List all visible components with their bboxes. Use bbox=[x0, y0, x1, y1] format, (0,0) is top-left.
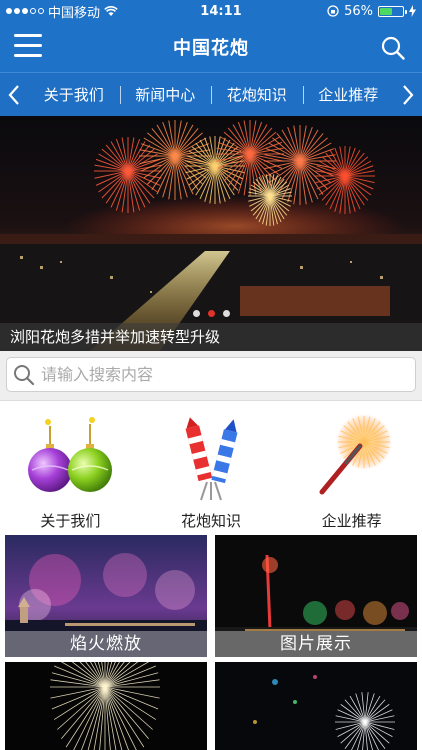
firecracker-rockets-icon bbox=[185, 417, 238, 501]
status-right: 56% bbox=[266, 4, 416, 19]
hamburger-line bbox=[14, 34, 42, 37]
tile-photo-gallery[interactable]: 图片展示 bbox=[215, 535, 417, 657]
search-box bbox=[6, 357, 416, 392]
banner-carousel[interactable]: 浏阳花炮多措并举加速转型升级 bbox=[0, 116, 422, 351]
charging-bolt-icon bbox=[409, 5, 416, 17]
wifi-icon bbox=[104, 5, 118, 16]
ornament-balls-icon bbox=[28, 417, 113, 492]
menu-button[interactable] bbox=[14, 34, 42, 60]
status-bar: 中国移动 14:11 56% bbox=[0, 0, 422, 22]
quick-link-about[interactable]: 关于我们 bbox=[0, 402, 141, 532]
page-title: 中国花炮 bbox=[173, 38, 249, 59]
tile-label: 焰火燃放 bbox=[5, 631, 207, 657]
hamburger-line bbox=[14, 44, 42, 47]
category-item-enterprise[interactable]: 企业推荐 bbox=[302, 84, 395, 105]
rotation-lock-icon bbox=[327, 5, 339, 17]
carrier-label: 中国移动 bbox=[48, 5, 101, 21]
search-icon bbox=[14, 364, 35, 385]
tile-label: 图片展示 bbox=[215, 631, 417, 657]
tile-fireworks-display[interactable]: 焰火燃放 bbox=[5, 535, 207, 657]
category-next-button[interactable] bbox=[394, 73, 422, 117]
status-left: 中国移动 bbox=[6, 2, 156, 21]
quick-link-enterprise[interactable]: 企业推荐 bbox=[281, 402, 422, 532]
battery-fill bbox=[380, 7, 393, 15]
battery-percent: 56% bbox=[344, 3, 373, 19]
carousel-dot[interactable] bbox=[207, 310, 215, 317]
category-prev-button[interactable] bbox=[0, 73, 28, 117]
search-icon[interactable] bbox=[380, 35, 406, 61]
tile-image bbox=[5, 662, 207, 750]
search-area bbox=[0, 351, 422, 401]
tile-fireworks-photo-2[interactable] bbox=[215, 662, 417, 750]
nav-bar: 中国花炮 bbox=[0, 22, 422, 72]
chevron-left-icon bbox=[8, 84, 19, 105]
carousel-dot[interactable] bbox=[222, 310, 230, 317]
carousel-dot[interactable] bbox=[192, 310, 200, 317]
category-strip: 关于我们 新闻中心 花炮知识 企业推荐 bbox=[0, 72, 422, 116]
quick-link-knowledge[interactable]: 花炮知识 bbox=[141, 402, 282, 532]
category-items: 关于我们 新闻中心 花炮知识 企业推荐 bbox=[28, 84, 394, 105]
tile-image bbox=[215, 662, 417, 750]
sparkler-icon bbox=[319, 414, 392, 495]
category-item-news[interactable]: 新闻中心 bbox=[119, 84, 212, 105]
signal-strength-icon bbox=[6, 8, 44, 14]
carousel-dots bbox=[0, 310, 422, 317]
banner-caption: 浏阳花炮多措并举加速转型升级 bbox=[0, 323, 422, 351]
chevron-right-icon bbox=[403, 84, 414, 105]
battery-icon bbox=[378, 5, 407, 17]
tile-fireworks-photo-1[interactable] bbox=[5, 662, 207, 750]
hamburger-line bbox=[14, 54, 42, 57]
search-input[interactable] bbox=[41, 365, 391, 384]
category-item-about[interactable]: 关于我们 bbox=[28, 84, 120, 105]
status-time: 14:11 bbox=[200, 3, 242, 19]
quick-link-label: 企业推荐 bbox=[321, 512, 382, 530]
quick-links: 关于我们 花炮知识 企业推荐 bbox=[0, 402, 422, 532]
category-item-knowledge[interactable]: 花炮知识 bbox=[211, 84, 303, 105]
quick-link-label: 花炮知识 bbox=[181, 512, 242, 530]
quick-link-label: 关于我们 bbox=[40, 512, 101, 530]
